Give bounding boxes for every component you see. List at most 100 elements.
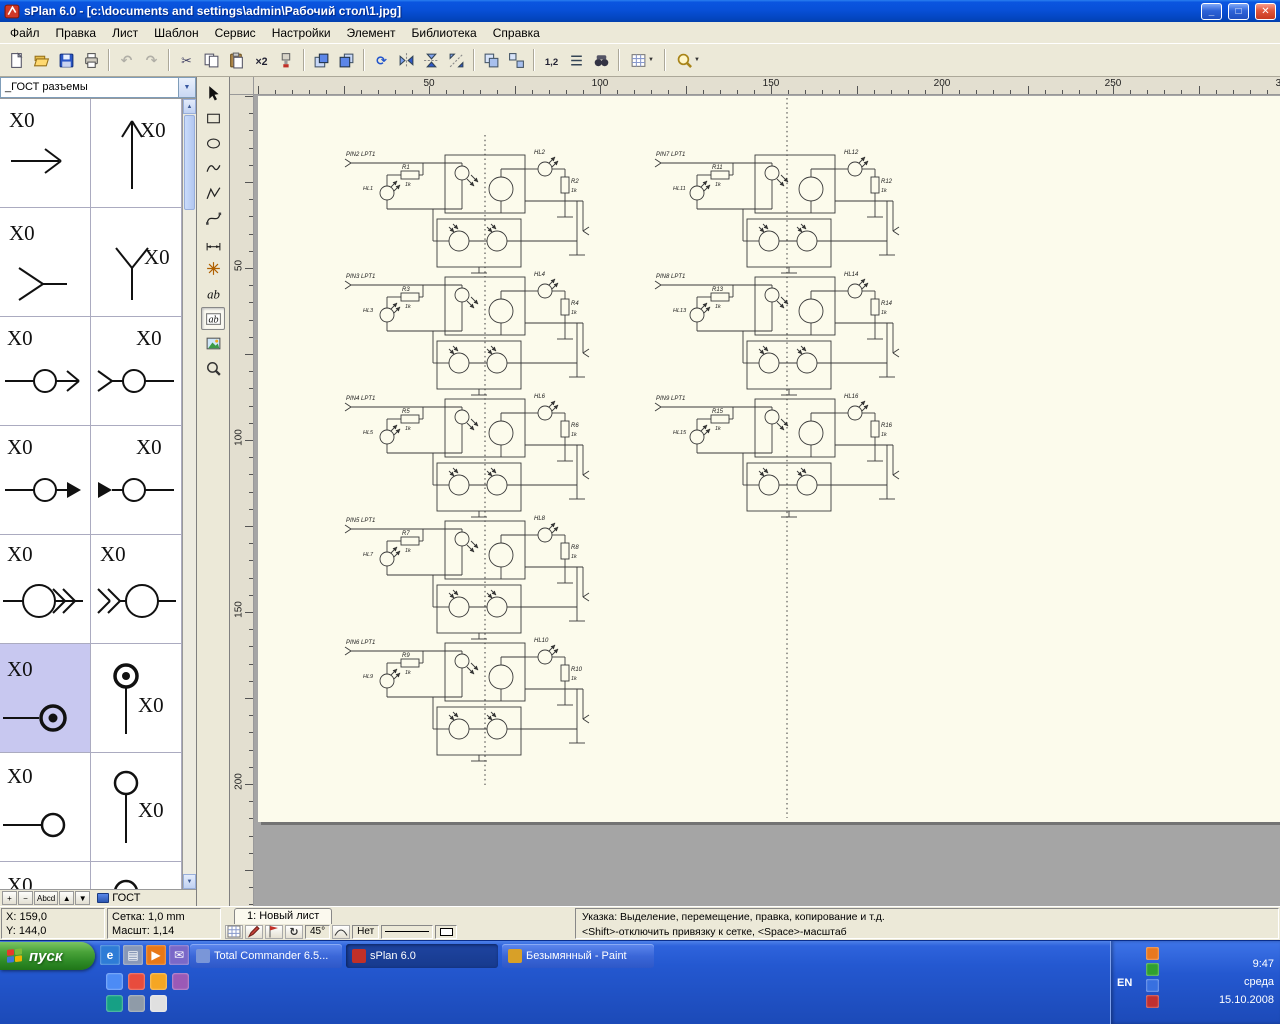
bezier-tool[interactable] xyxy=(201,207,225,230)
drawing-region[interactable]: PIN2 LPT1R11kHL1HL2R21kPIN3 LPT1R31kHL3H… xyxy=(254,95,1280,906)
send-to-back-button[interactable] xyxy=(334,48,359,72)
dimension-tool[interactable] xyxy=(201,232,225,255)
library-cell-circle-stem[interactable]: X0 xyxy=(91,753,182,862)
language-indicator[interactable]: EN xyxy=(1117,945,1139,1020)
bring-to-front-button[interactable] xyxy=(309,48,334,72)
tray-icon-volume[interactable] xyxy=(1146,979,1159,992)
scrollbar-thumb[interactable] xyxy=(184,115,195,210)
task-paint[interactable]: Безымянный - Paint xyxy=(502,944,654,968)
task-splan[interactable]: sPlan 6.0 xyxy=(346,944,498,968)
curve-mode-value[interactable]: Нет xyxy=(352,925,379,939)
library-cell-arrow-circle-filled[interactable]: X0 xyxy=(91,426,182,535)
image-tool[interactable] xyxy=(201,332,225,355)
remove-symbol-button[interactable]: − xyxy=(18,891,33,905)
library-cell-circle-line[interactable]: X0 xyxy=(0,862,91,889)
menu-file[interactable]: Файл xyxy=(2,24,48,42)
cut-button[interactable]: ✂ xyxy=(174,48,199,72)
ellipse-tool[interactable] xyxy=(201,132,225,155)
library-dropdown[interactable]: _ГОСТ разъемы ▼ xyxy=(0,77,196,98)
maximize-button[interactable]: □ xyxy=(1228,3,1249,20)
sheet-tab[interactable]: 1: Новый лист xyxy=(234,908,332,924)
save-button[interactable] xyxy=(54,48,79,72)
scroll-down-icon[interactable]: ▼ xyxy=(183,874,196,889)
parts-list-button[interactable] xyxy=(564,48,589,72)
menu-service[interactable]: Сервис xyxy=(207,24,264,42)
library-cell-chevrons-circle[interactable]: X0 xyxy=(91,535,182,644)
library-scrollbar[interactable]: ▲ ▼ xyxy=(182,99,196,889)
tray-icon-agent[interactable] xyxy=(1146,995,1159,1008)
flag-toggle-button[interactable] xyxy=(265,925,283,939)
task-total-commander[interactable]: Total Commander 6.5... xyxy=(190,944,342,968)
add-symbol-button[interactable]: + xyxy=(2,891,17,905)
menu-settings[interactable]: Настройки xyxy=(264,24,339,42)
minimize-button[interactable]: _ xyxy=(1201,3,1222,20)
ungroup-elements-button[interactable] xyxy=(504,48,529,72)
mirror-vertical-button[interactable] xyxy=(419,48,444,72)
snap-toggle-button[interactable] xyxy=(245,925,263,939)
schematic-drawing[interactable]: PIN2 LPT1R11kHL1HL2R21kPIN3 LPT1R31kHL3H… xyxy=(254,95,1280,906)
menu-sheet[interactable]: Лист xyxy=(104,24,146,42)
tray-icon-antivirus[interactable] xyxy=(1146,963,1159,976)
icon-disk[interactable] xyxy=(150,995,167,1012)
quicklaunch-media-player[interactable]: ▶ xyxy=(146,945,166,965)
library-cell-circle-arrow[interactable]: X0 xyxy=(0,317,91,426)
rotate-step-icon[interactable]: ↻ xyxy=(285,925,303,939)
icon-tools[interactable] xyxy=(128,995,145,1012)
library-cell-circle-arrow-filled[interactable]: X0 xyxy=(0,426,91,535)
menu-edit[interactable]: Правка xyxy=(48,24,105,42)
icon-mail[interactable] xyxy=(172,973,189,990)
icon-browser[interactable] xyxy=(106,995,123,1012)
text-tool[interactable]: ab xyxy=(201,282,225,305)
textbox-tool[interactable]: ab xyxy=(201,307,225,330)
mirror-horizontal-button[interactable] xyxy=(394,48,419,72)
close-button[interactable]: ✕ xyxy=(1255,3,1276,20)
library-cell-arrow-right[interactable]: X0 xyxy=(0,99,91,208)
icon-agent[interactable] xyxy=(150,973,167,990)
undo-button[interactable]: ↶ xyxy=(114,48,139,72)
move-down-button[interactable]: ▼ xyxy=(75,891,90,905)
line-style-preview[interactable] xyxy=(381,925,433,939)
curve-mode-icon[interactable] xyxy=(332,925,350,939)
library-cell-arrow-up[interactable]: X0 xyxy=(91,99,182,208)
menu-library[interactable]: Библиотека xyxy=(403,24,484,42)
special-shape-tool[interactable] xyxy=(201,157,225,180)
quicklaunch-internet-explorer[interactable]: e xyxy=(100,945,120,965)
move-up-button[interactable]: ▲ xyxy=(59,891,74,905)
library-cell-bullseye-line[interactable]: X0 xyxy=(0,644,91,753)
rotate-button[interactable]: ⟳ xyxy=(369,48,394,72)
group-elements-button[interactable] xyxy=(479,48,504,72)
grid-toggle-button[interactable] xyxy=(225,925,243,939)
format-painter-button[interactable] xyxy=(274,48,299,72)
library-cell-bullseye-stem[interactable]: X0 xyxy=(91,644,182,753)
rotate-angle-value[interactable]: 45° xyxy=(305,925,330,939)
new-document-button[interactable] xyxy=(4,48,29,72)
open-folder-button[interactable] xyxy=(29,48,54,72)
icon-globe[interactable] xyxy=(106,973,123,990)
zoom-mode-button[interactable]: ▼ xyxy=(670,48,706,72)
select-tool[interactable] xyxy=(201,82,225,105)
fill-style-preview[interactable] xyxy=(435,925,457,939)
quicklaunch-show-desktop[interactable]: ▤ xyxy=(123,945,143,965)
zoom-tool[interactable] xyxy=(201,357,225,380)
rename-symbol-button[interactable]: Abcd xyxy=(34,891,58,905)
copy-button[interactable] xyxy=(199,48,224,72)
library-cell-fork-up[interactable]: X0 xyxy=(91,208,182,317)
grid-settings-button[interactable]: ▼ xyxy=(624,48,660,72)
dropdown-arrow-icon[interactable]: ▼ xyxy=(178,78,195,97)
redo-button[interactable]: ↷ xyxy=(139,48,164,72)
duplicate-x2-button[interactable]: ×2 xyxy=(249,48,274,72)
polyline-tool[interactable] xyxy=(201,182,225,205)
quicklaunch-mail[interactable]: ✉ xyxy=(169,945,189,965)
mirror-diagonal-button[interactable] xyxy=(444,48,469,72)
tray-icon-update[interactable] xyxy=(1146,947,1159,960)
library-cell-circle-stem[interactable]: X0 xyxy=(91,862,182,889)
menu-element[interactable]: Элемент xyxy=(339,24,404,42)
menu-template[interactable]: Шаблон xyxy=(146,24,206,42)
rectangle-tool[interactable] xyxy=(201,107,225,130)
scrollbar-track[interactable] xyxy=(183,211,196,874)
library-cell-circle-chevrons[interactable]: X0 xyxy=(0,535,91,644)
node-tool[interactable] xyxy=(201,257,225,280)
library-cell-arrow-circle[interactable]: X0 xyxy=(91,317,182,426)
renumber-parts-button[interactable]: 1,2 xyxy=(539,48,564,72)
paste-button[interactable] xyxy=(224,48,249,72)
